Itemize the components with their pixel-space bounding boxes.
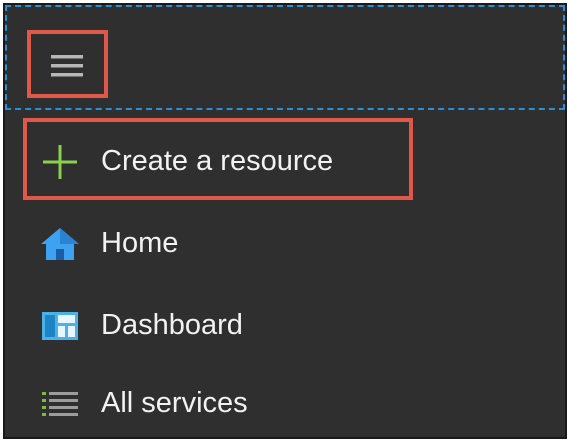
plus-icon [43, 145, 77, 179]
home-icon [41, 228, 79, 260]
sidebar-item-home[interactable]: Home [5, 212, 565, 274]
sidebar-item-create-resource[interactable]: Create a resource [5, 130, 565, 192]
sidebar-item-label: Dashboard [101, 309, 243, 341]
sidebar-item-all-services[interactable]: All services [5, 372, 565, 434]
sidebar-item-label: All services [101, 387, 248, 419]
dashboard-icon [42, 312, 78, 340]
list-icon [42, 392, 78, 416]
hamburger-icon [51, 55, 83, 77]
sidebar-item-dashboard[interactable]: Dashboard [5, 294, 565, 356]
sidebar-item-label: Home [101, 227, 179, 259]
hamburger-button[interactable] [27, 30, 108, 98]
portal-menu-panel: Create a resource Home Dashboard All ser… [3, 3, 567, 439]
sidebar-item-label: Create a resource [101, 145, 334, 177]
